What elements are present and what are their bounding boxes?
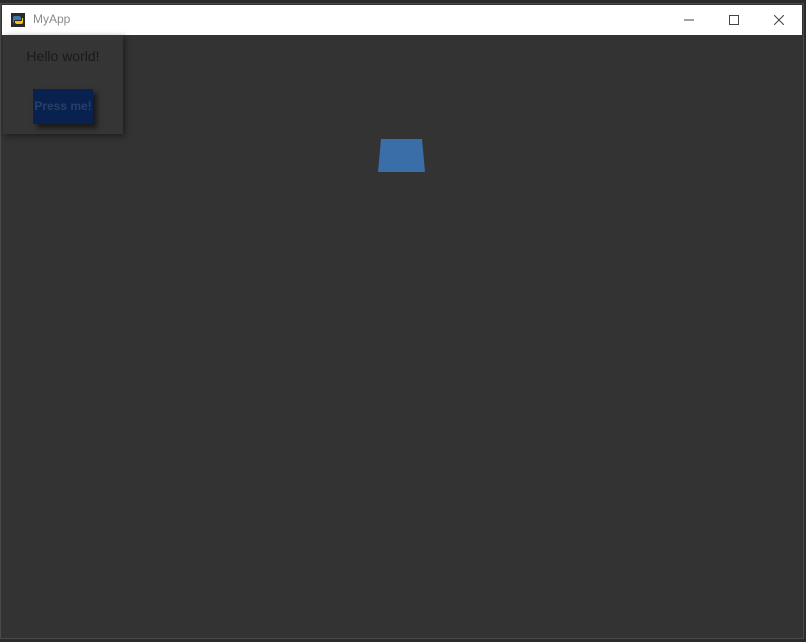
- window-title: MyApp: [33, 12, 71, 26]
- maximize-icon: [728, 15, 739, 25]
- minimize-icon: [683, 19, 694, 21]
- close-icon: [773, 15, 784, 25]
- title-bar[interactable]: MyApp: [2, 5, 802, 35]
- minimize-button[interactable]: [666, 5, 711, 35]
- blue-trapezoid-shape: [378, 139, 425, 172]
- close-button[interactable]: [756, 5, 801, 35]
- maximize-button[interactable]: [711, 5, 756, 35]
- press-me-button[interactable]: Press me!: [33, 89, 93, 124]
- control-panel: Hello world! Press me!: [3, 35, 123, 134]
- python-app-icon: [11, 12, 25, 27]
- app-window: MyApp Hello world! Press me!: [0, 3, 804, 639]
- hello-label: Hello world!: [26, 48, 100, 64]
